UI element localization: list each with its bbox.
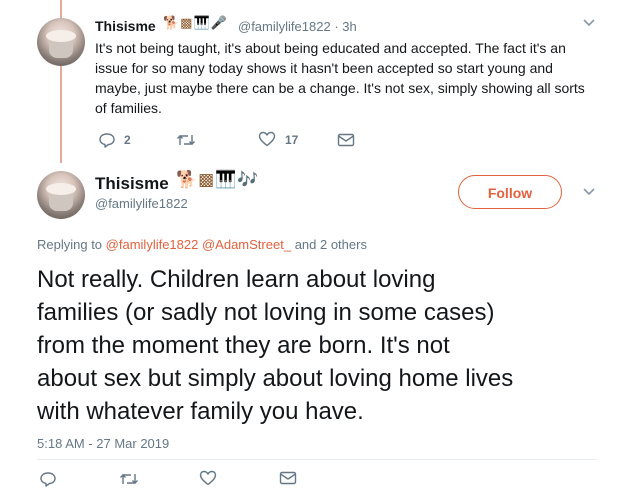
- tweet-text-line: Not really. Children learn about loving: [37, 266, 436, 293]
- replying-prefix: Replying to: [37, 237, 103, 252]
- retweet-icon[interactable]: [119, 472, 139, 486]
- retweet-icon[interactable]: [176, 133, 196, 147]
- name-emojis: 🐕▩🎹🎶: [176, 170, 260, 190]
- divider: [37, 459, 597, 460]
- replying-others[interactable]: and 2 others: [295, 237, 367, 252]
- separator-dot: ·: [334, 19, 339, 34]
- mention-link[interactable]: @familylife1822: [106, 237, 199, 252]
- avatar[interactable]: [37, 18, 85, 66]
- reply-icon[interactable]: [98, 132, 116, 148]
- reply-count: 2: [124, 133, 131, 147]
- user-handle[interactable]: @familylife1822: [95, 196, 188, 211]
- heart-icon[interactable]: [258, 131, 276, 147]
- tweet-text-line: families (or sadly not loving in some ca…: [37, 299, 495, 326]
- like-count: 17: [285, 133, 299, 147]
- display-name[interactable]: Thisisme: [95, 174, 169, 194]
- tweet-text-line: from the moment they are born. It's not: [37, 332, 450, 359]
- tweet-text-line: about sex but simply about loving home l…: [37, 365, 514, 392]
- tweet-text-line: issue for so many today shows it hasn't …: [95, 60, 553, 76]
- chevron-down-icon[interactable]: [582, 18, 596, 28]
- direct-message-icon[interactable]: [337, 133, 355, 147]
- avatar[interactable]: [37, 171, 85, 219]
- tweet-timestamp[interactable]: 5:18 AM - 27 Mar 2019: [37, 436, 169, 451]
- follow-button[interactable]: Follow: [458, 175, 562, 209]
- reply-icon[interactable]: [39, 471, 57, 487]
- tweet-text: It's not being taught, it's about being …: [95, 38, 615, 118]
- tweet-text-line: It's not being taught, it's about being …: [95, 40, 566, 56]
- name-emojis: 🐕▩🎹🎤: [163, 16, 228, 31]
- display-name[interactable]: Thisisme: [95, 18, 156, 34]
- replying-to: Replying to @familylife1822 @AdamStreet_…: [37, 237, 367, 252]
- heart-icon[interactable]: [199, 470, 217, 486]
- user-handle[interactable]: @familylife1822 · 3h: [238, 19, 357, 34]
- direct-message-icon[interactable]: [279, 471, 297, 485]
- mention-link[interactable]: @AdamStreet_: [202, 237, 291, 252]
- tweet-text-line: of families.: [95, 100, 162, 116]
- chevron-down-icon[interactable]: [582, 187, 596, 197]
- tweet-text-line: maybe, just maybe there can be a change.…: [95, 80, 585, 96]
- handle-text: @familylife1822: [238, 19, 331, 34]
- tweet-text-line: with whatever family you have.: [37, 398, 364, 425]
- tweet-time[interactable]: 3h: [342, 19, 356, 34]
- tweet-text: Not really. Children learn about loving …: [37, 263, 617, 428]
